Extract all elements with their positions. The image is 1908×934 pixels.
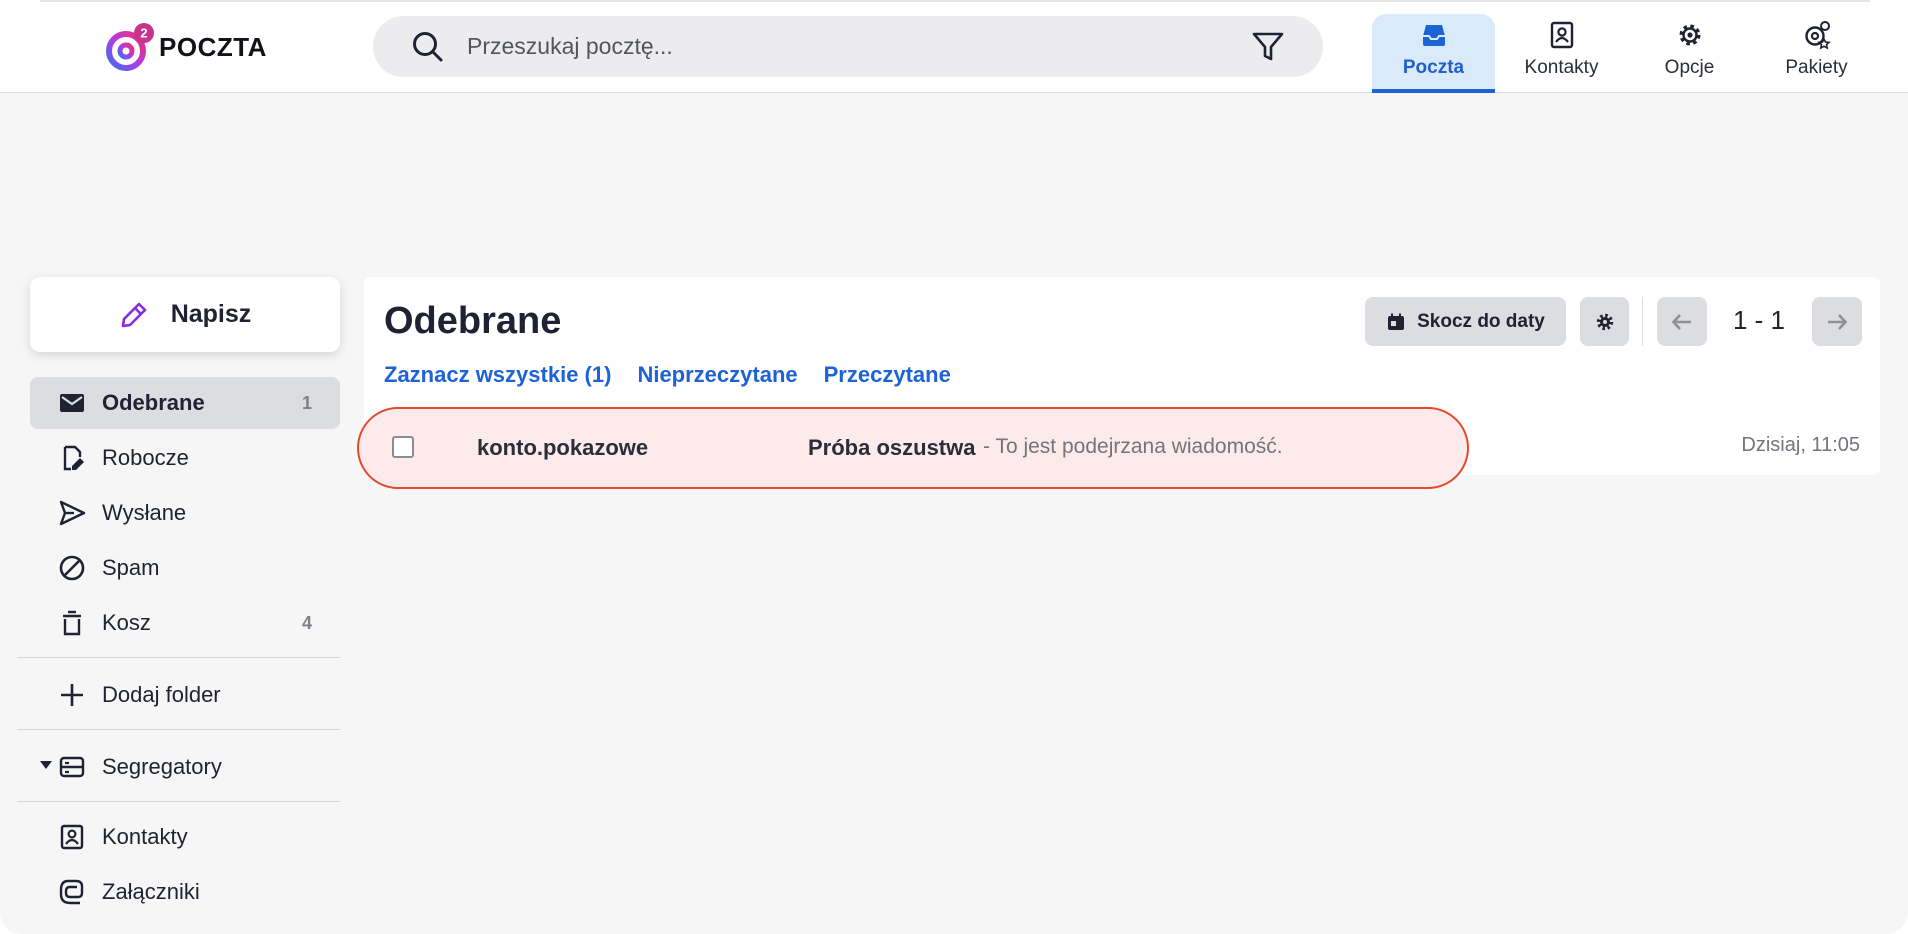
logo-text: POCZTA — [159, 31, 267, 62]
message-sender: konto.pokazowe — [477, 435, 649, 460]
calendar-icon — [1388, 313, 1405, 330]
attachment-icon — [59, 879, 84, 905]
gear-icon — [1679, 24, 1700, 46]
sidebar-item-label: Spam — [102, 555, 160, 580]
filter-read-link[interactable]: Przeczytane — [824, 362, 951, 388]
unread-count: 1 — [301, 392, 312, 413]
filter-unread-link[interactable]: Nieprzeczytane — [637, 362, 797, 388]
pager-range: 1 - 1 — [1732, 305, 1786, 335]
caret-down-icon[interactable] — [40, 761, 52, 769]
sidebar-item-robocze[interactable]: Robocze — [30, 432, 340, 484]
search-input[interactable] — [467, 26, 1187, 66]
message-preview: - To jest podejrzana wiadomość. — [983, 435, 1283, 458]
envelope-icon — [60, 394, 84, 412]
list-settings-button[interactable] — [1580, 297, 1629, 346]
message-subject: Próba oszustwa — [808, 435, 976, 460]
jump-to-date-button[interactable]: Skocz do daty — [1365, 297, 1566, 346]
toolbar-divider — [1642, 297, 1643, 346]
sidebar-item-kontakty[interactable]: Kontakty — [30, 811, 340, 863]
sidebar-item-label: Segregatory — [102, 754, 222, 779]
sidebar-divider — [17, 657, 340, 658]
page-title: Odebrane — [384, 300, 562, 342]
packages-icon — [1804, 21, 1831, 50]
sidebar-divider — [17, 801, 340, 802]
next-page-button[interactable] — [1812, 297, 1862, 346]
draft-icon — [63, 445, 84, 471]
add-folder-button[interactable]: Dodaj folder — [30, 669, 340, 721]
message-date: Dzisiaj, 11:05 — [1741, 434, 1860, 456]
item-count: 4 — [301, 612, 312, 633]
compose-label: Napisz — [170, 300, 252, 328]
message-checkbox[interactable] — [392, 436, 414, 458]
compose-button[interactable]: Napisz — [30, 277, 340, 352]
spam-icon — [59, 555, 85, 581]
arrow-left-icon — [1671, 313, 1691, 330]
tab-label: Opcje — [1664, 57, 1715, 78]
sidebar-item-spam[interactable]: Spam — [30, 542, 340, 594]
sidebar-item-zalaczniki[interactable]: Załączniki — [30, 866, 340, 918]
at-sign-logo-icon: 2 — [106, 23, 154, 71]
send-icon — [59, 500, 86, 526]
jump-to-date-label: Skocz do daty — [1417, 310, 1545, 332]
top-bar: 2 POCZTA Poczta — [0, 0, 1908, 93]
app-window: 2 POCZTA Poczta — [0, 0, 1908, 934]
tab-opcje[interactable]: Opcje — [1628, 14, 1751, 92]
quick-filters: Zaznacz wszystkie (1) Nieprzeczytane Prz… — [384, 362, 951, 388]
gear-icon — [1596, 313, 1613, 330]
sidebar-item-segregatory[interactable]: Segregatory — [30, 741, 340, 793]
sidebar-item-wyslane[interactable]: Wysłane — [30, 487, 340, 539]
binder-icon — [59, 756, 85, 778]
sidebar-item-label: Robocze — [102, 445, 189, 470]
plus-icon — [61, 684, 83, 706]
tab-poczta[interactable]: Poczta — [1372, 14, 1495, 93]
sidebar-item-odebrane[interactable]: Odebrane 1 — [30, 377, 340, 429]
arrow-right-icon — [1828, 313, 1848, 330]
top-border — [40, 0, 1870, 2]
sidebar-divider — [17, 729, 340, 730]
svg-text:2: 2 — [140, 26, 147, 41]
sidebar-item-kosz[interactable]: Kosz 4 — [30, 597, 340, 649]
filter-icon[interactable] — [1249, 28, 1287, 66]
tab-kontakty[interactable]: Kontakty — [1500, 14, 1623, 92]
pencil-icon — [121, 302, 147, 327]
sidebar-item-label: Kontakty — [102, 824, 188, 849]
sidebar-item-label: Kosz — [102, 610, 151, 635]
sidebar-item-label: Wysłane — [102, 500, 187, 525]
sidebar-item-label: Załączniki — [102, 879, 200, 904]
message-row[interactable]: konto.pokazowe Próba oszustwa - To jest … — [357, 407, 1469, 489]
tab-pakiety[interactable]: Pakiety — [1755, 14, 1878, 92]
search-icon[interactable] — [410, 29, 446, 65]
tab-label: Poczta — [1402, 57, 1465, 78]
tab-label: Kontakty — [1524, 57, 1599, 78]
tab-label: Pakiety — [1785, 57, 1848, 78]
search-bar[interactable] — [373, 16, 1323, 77]
select-all-link[interactable]: Zaznacz wszystkie (1) — [384, 362, 611, 388]
contacts-icon — [1550, 21, 1573, 49]
trash-icon — [63, 610, 81, 636]
add-folder-label: Dodaj folder — [102, 682, 221, 707]
previous-page-button[interactable] — [1657, 297, 1707, 346]
contacts-icon — [60, 824, 84, 850]
app-logo[interactable]: 2 POCZTA — [104, 22, 267, 72]
sidebar-item-label: Odebrane — [102, 390, 205, 415]
inbox-icon — [1422, 25, 1445, 46]
